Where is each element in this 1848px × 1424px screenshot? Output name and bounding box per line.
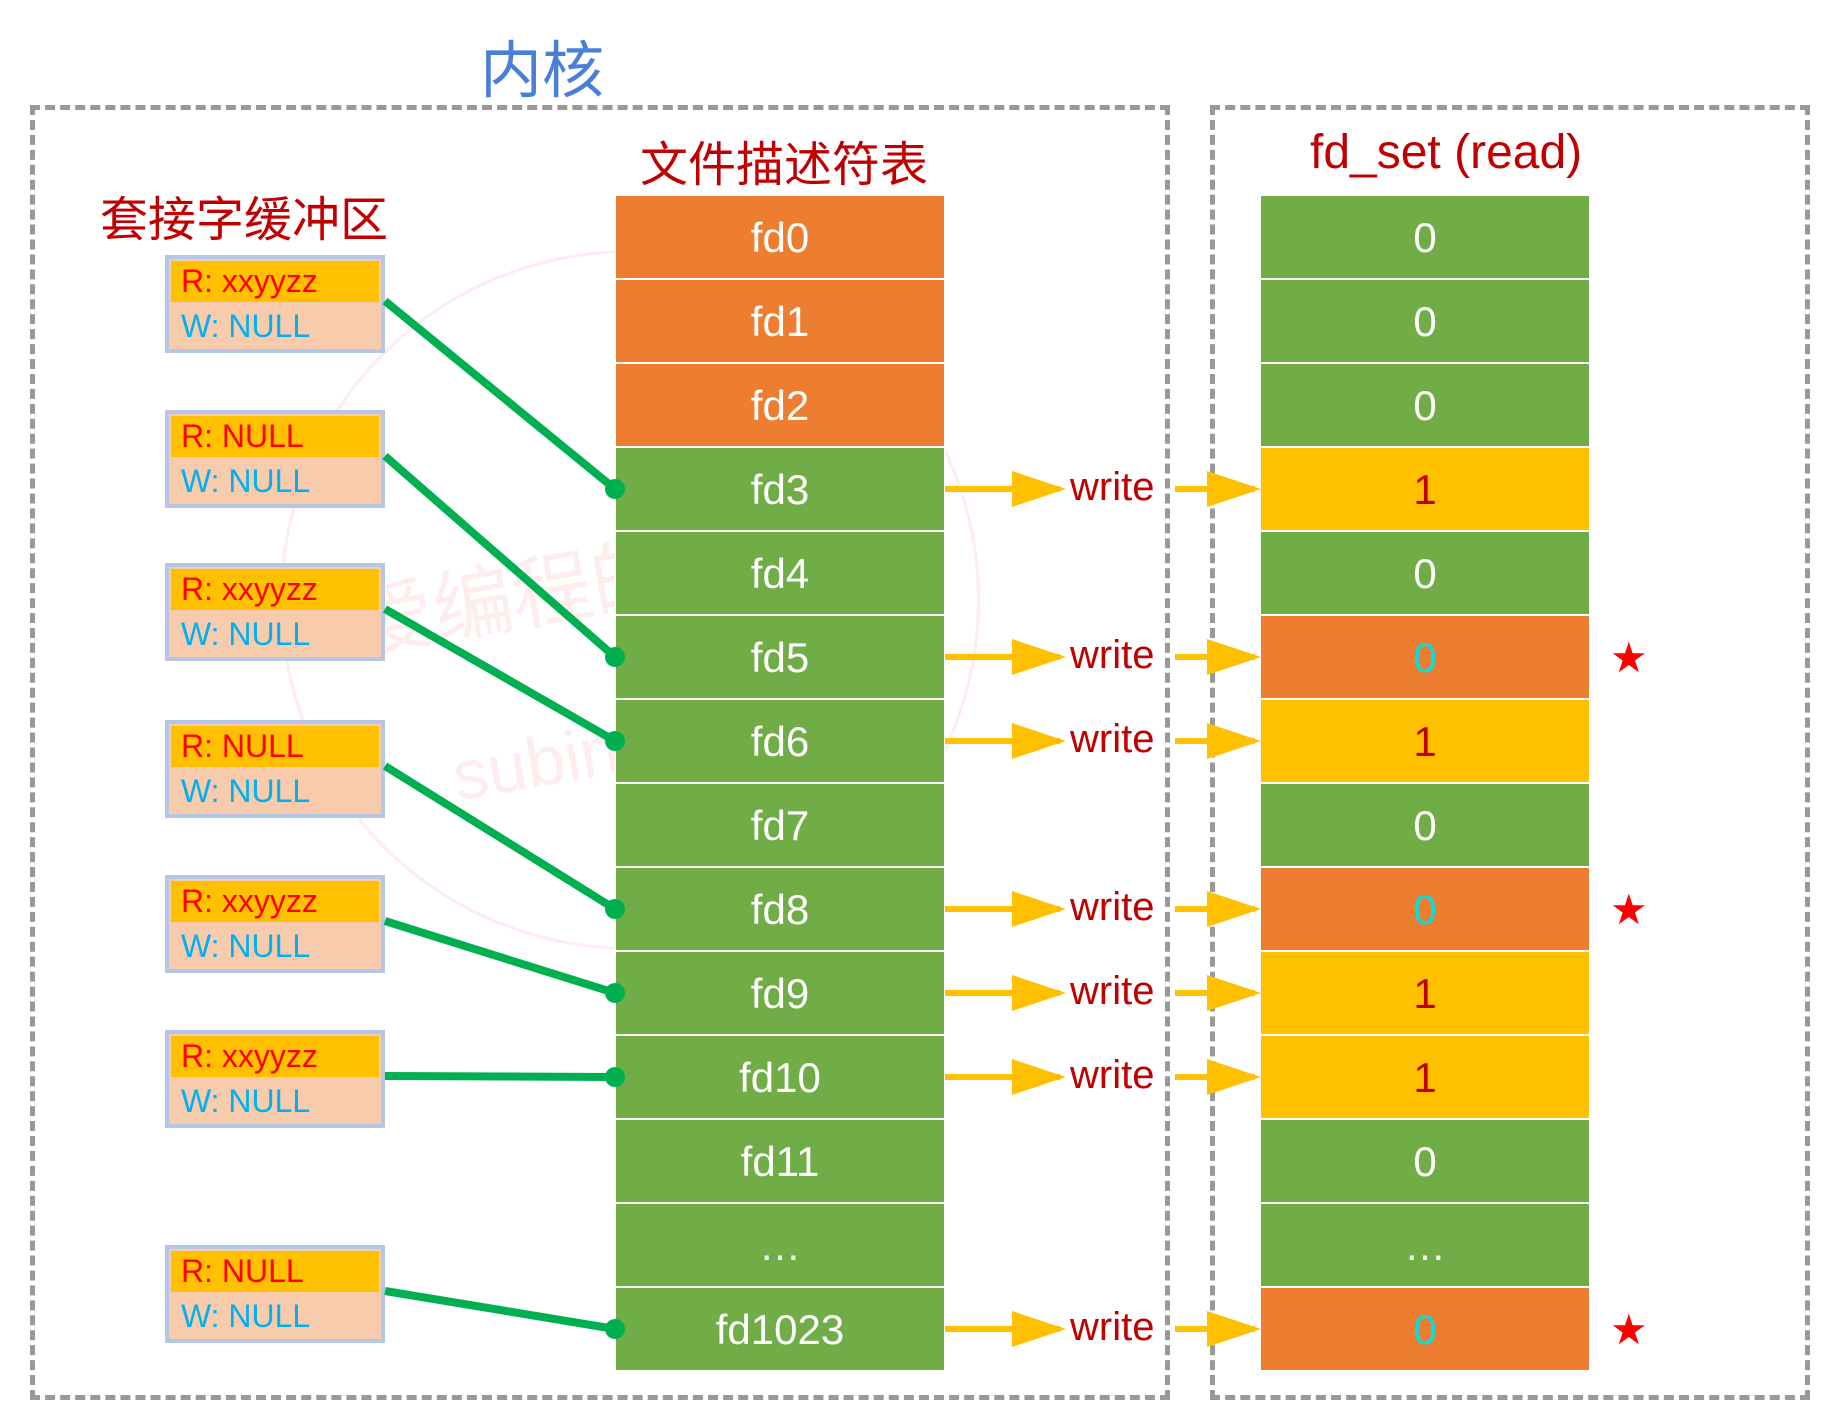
kernel-title: 内核 (480, 20, 604, 110)
buffer-write: W: NULL (169, 1294, 381, 1339)
fd-cell-5: fd5 (615, 615, 945, 699)
buffer-write: W: NULL (169, 1079, 381, 1124)
buffer-write: W: NULL (169, 924, 381, 969)
buffer-write: W: NULL (169, 459, 381, 504)
buffer-read: R: xxyyzz (169, 567, 381, 612)
buffer-box-6: R: NULLW: NULL (165, 1245, 385, 1343)
write-label: write (1070, 633, 1154, 678)
fd-cell-8: fd8 (615, 867, 945, 951)
fd-cell-1: fd1 (615, 279, 945, 363)
buffer-read: R: xxyyzz (169, 259, 381, 304)
fdset-cell-0: 0 (1260, 195, 1590, 279)
buffer-box-4: R: xxyyzzW: NULL (165, 875, 385, 973)
fd-cell-11: fd11 (615, 1119, 945, 1203)
fdset-cell-4: 0 (1260, 531, 1590, 615)
buffer-box-5: R: xxyyzzW: NULL (165, 1030, 385, 1128)
fdset-cell-9: 1 (1260, 951, 1590, 1035)
fdset-cell-12: … (1260, 1203, 1590, 1287)
fdset-cell-11: 0 (1260, 1119, 1590, 1203)
fd-cell-4: fd4 (615, 531, 945, 615)
socket-buffer-title: 套接字缓冲区 (100, 180, 388, 250)
write-label: write (1070, 465, 1154, 510)
star-icon: ★ (1610, 885, 1648, 934)
fd-cell-7: fd7 (615, 783, 945, 867)
fd-cell-13: fd1023 (615, 1287, 945, 1371)
fd-cell-9: fd9 (615, 951, 945, 1035)
buffer-read: R: xxyyzz (169, 1034, 381, 1079)
write-label: write (1070, 885, 1154, 930)
write-label: write (1070, 969, 1154, 1014)
buffer-write: W: NULL (169, 769, 381, 814)
buffer-write: W: NULL (169, 304, 381, 349)
buffer-box-3: R: NULLW: NULL (165, 720, 385, 818)
fdset-cell-2: 0 (1260, 363, 1590, 447)
fd-cell-2: fd2 (615, 363, 945, 447)
fd-cell-6: fd6 (615, 699, 945, 783)
buffer-box-1: R: NULLW: NULL (165, 410, 385, 508)
fdset-cell-8: 0 (1260, 867, 1590, 951)
star-icon: ★ (1610, 633, 1648, 682)
fdset-table: 000100100110…0 (1260, 195, 1590, 1371)
buffer-read: R: NULL (169, 724, 381, 769)
fd-table-title: 文件描述符表 (640, 125, 928, 195)
fd-table: fd0fd1fd2fd3fd4fd5fd6fd7fd8fd9fd10fd11…f… (615, 195, 945, 1371)
buffer-read: R: xxyyzz (169, 879, 381, 924)
fdset-cell-7: 0 (1260, 783, 1590, 867)
fdset-cell-6: 1 (1260, 699, 1590, 783)
buffer-box-2: R: xxyyzzW: NULL (165, 563, 385, 661)
write-label: write (1070, 1305, 1154, 1350)
fdset-cell-5: 0 (1260, 615, 1590, 699)
fd-cell-12: … (615, 1203, 945, 1287)
fd-cell-3: fd3 (615, 447, 945, 531)
write-label: write (1070, 1053, 1154, 1098)
fd-cell-10: fd10 (615, 1035, 945, 1119)
fd-cell-0: fd0 (615, 195, 945, 279)
buffer-read: R: NULL (169, 414, 381, 459)
star-icon: ★ (1610, 1305, 1648, 1354)
fdset-title: fd_set (read) (1310, 125, 1582, 180)
buffer-write: W: NULL (169, 612, 381, 657)
fdset-cell-1: 0 (1260, 279, 1590, 363)
buffer-read: R: NULL (169, 1249, 381, 1294)
fdset-cell-3: 1 (1260, 447, 1590, 531)
fdset-cell-13: 0 (1260, 1287, 1590, 1371)
buffer-box-0: R: xxyyzzW: NULL (165, 255, 385, 353)
fdset-cell-10: 1 (1260, 1035, 1590, 1119)
write-label: write (1070, 717, 1154, 762)
